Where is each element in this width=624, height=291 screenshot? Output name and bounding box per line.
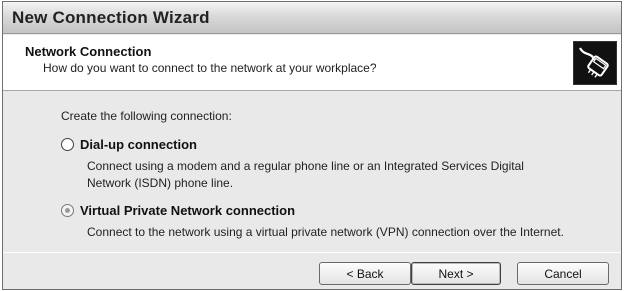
dialup-label[interactable]: Dial-up connection [80, 137, 197, 152]
cancel-button[interactable]: Cancel [517, 262, 609, 285]
connection-prompt: Create the following connection: [61, 109, 232, 123]
wizard-header: Network Connection How do you want to co… [3, 35, 621, 91]
vpn-label[interactable]: Virtual Private Network connection [80, 203, 295, 218]
next-button[interactable]: Next > [411, 262, 501, 285]
dialup-radio[interactable] [61, 138, 74, 151]
vpn-description: Connect to the network using a virtual p… [87, 224, 564, 241]
window-title: New Connection Wizard [12, 8, 210, 27]
wizard-footer: < Back Next > Cancel [3, 252, 621, 289]
dialup-description: Connect using a modem and a regular phon… [87, 158, 524, 192]
dialup-description-line1: Connect using a modem and a regular phon… [87, 159, 524, 173]
title-bar[interactable]: New Connection Wizard [3, 2, 621, 34]
dialup-description-line2: Network (ISDN) phone line. [87, 176, 234, 190]
page-title: Network Connection [25, 44, 152, 59]
dialup-option[interactable]: Dial-up connection [61, 137, 197, 152]
vpn-description-line1: Connect to the network using a virtual p… [87, 225, 564, 239]
vpn-option[interactable]: Virtual Private Network connection [61, 203, 295, 218]
network-cable-icon [573, 41, 617, 85]
back-button[interactable]: < Back [319, 262, 411, 285]
wizard-content: Create the following connection: Dial-up… [3, 91, 621, 252]
vpn-radio[interactable] [61, 204, 74, 217]
page-subtitle: How do you want to connect to the networ… [43, 61, 377, 75]
wizard-window: New Connection Wizard Network Connection… [2, 1, 622, 290]
